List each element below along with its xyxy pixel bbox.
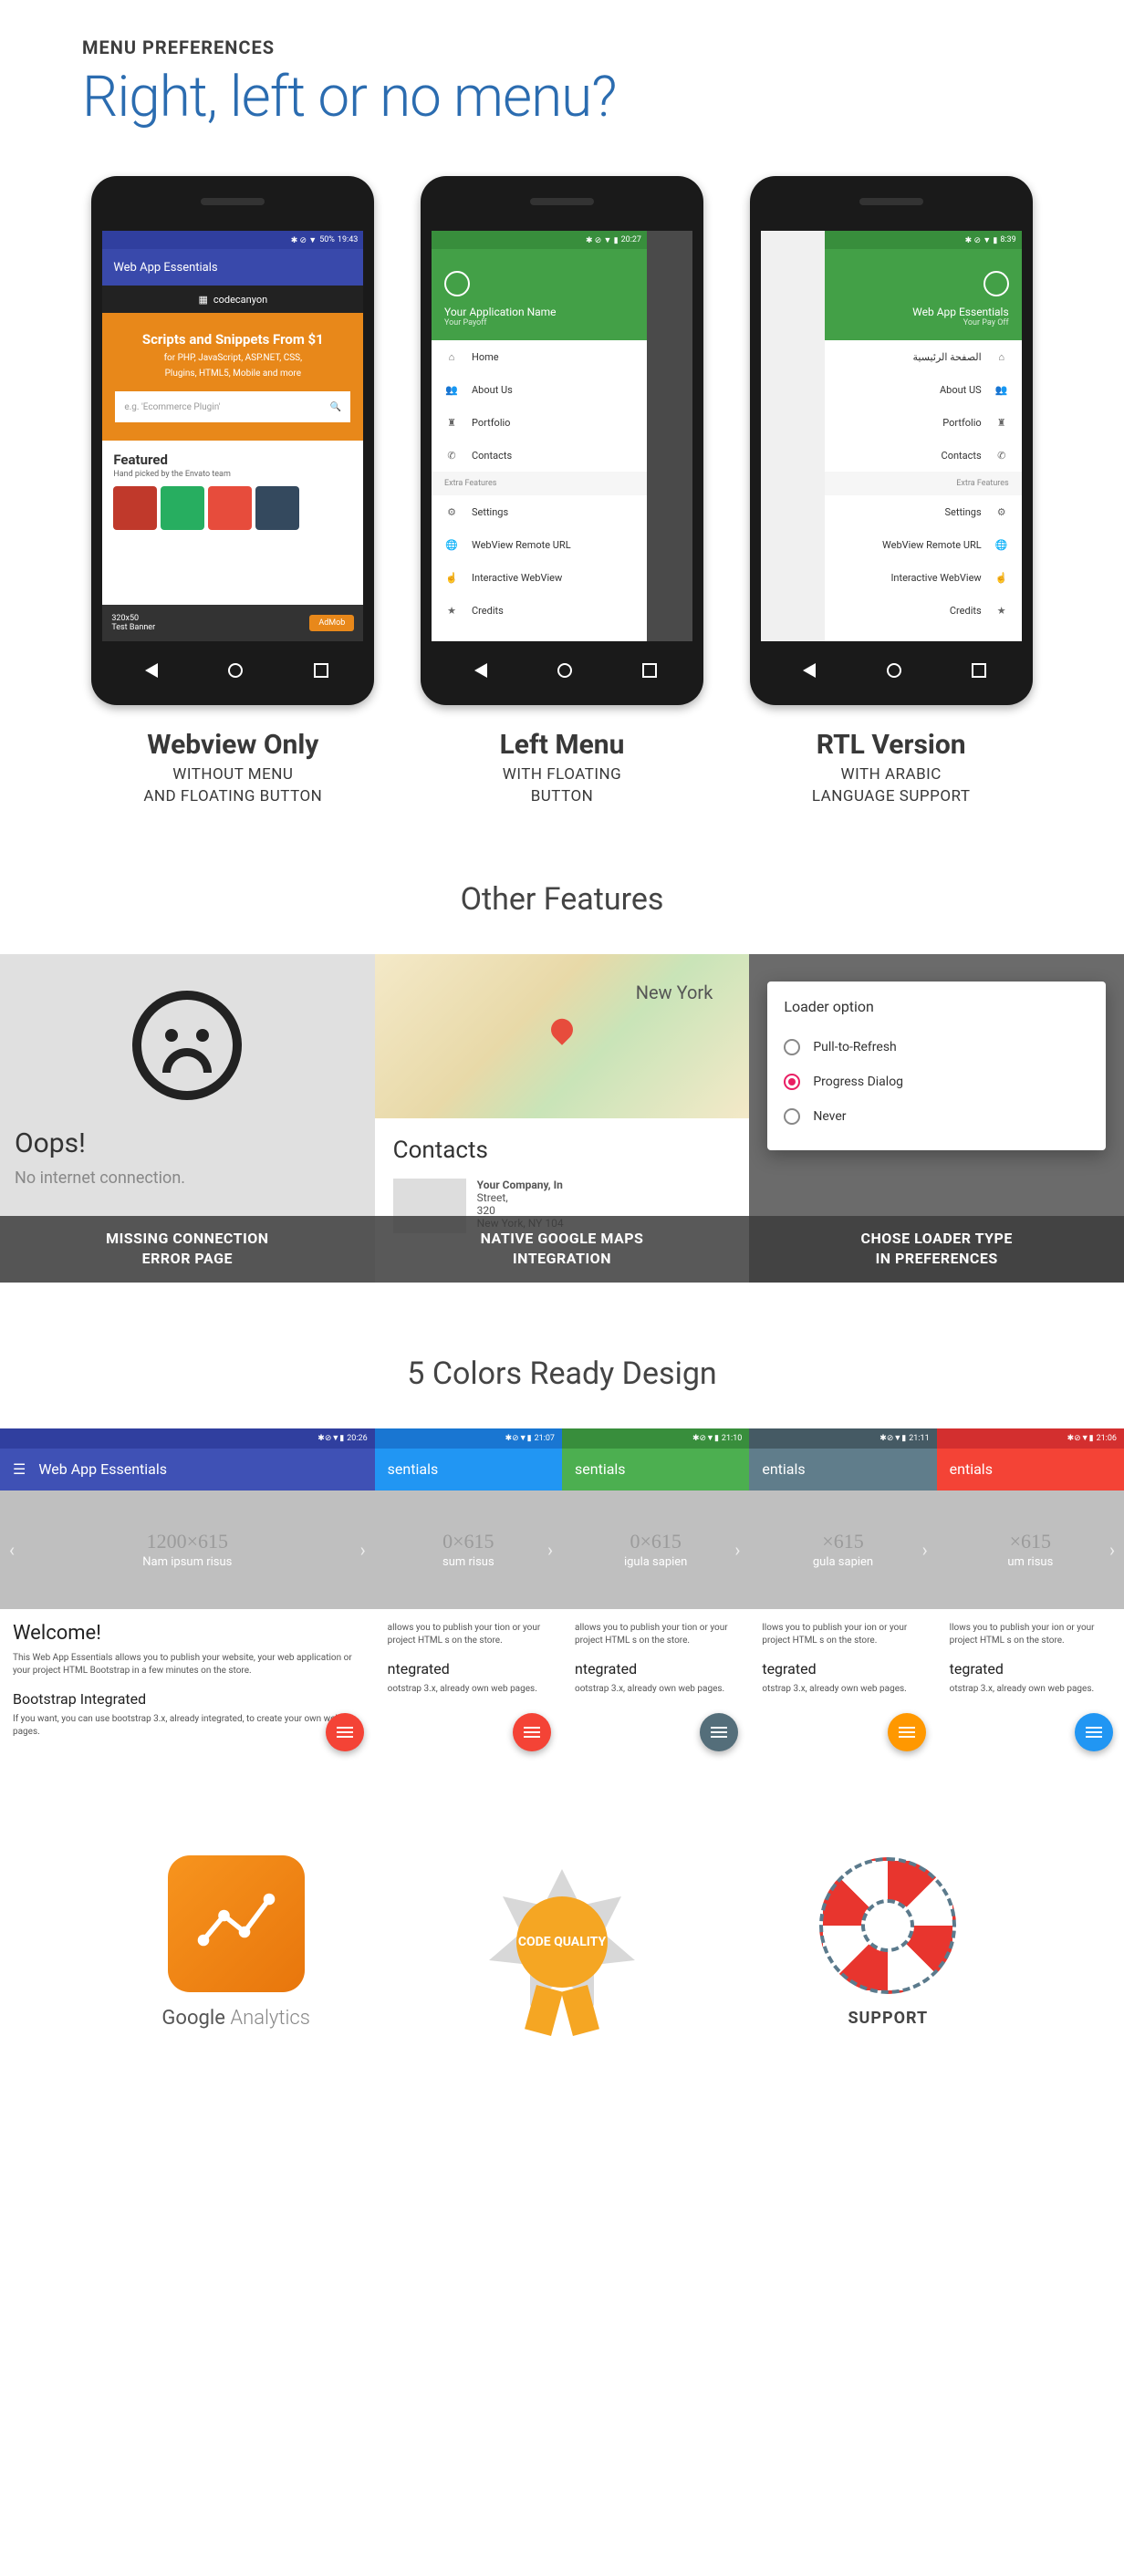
caption-title: Webview Only (147, 729, 318, 761)
chevron-right-icon[interactable]: › (922, 1539, 928, 1561)
star-icon: ★ (444, 603, 459, 618)
quality-text: CODE QUALITY (516, 1896, 608, 1988)
touch-icon: ☝ (444, 570, 459, 585)
globe-icon: 🌐 (444, 537, 459, 552)
radio-pull[interactable]: Pull-to-Refresh (784, 1030, 1089, 1065)
menu-contacts[interactable]: ✆Contacts (432, 439, 647, 472)
appbar: Web App Essentials (102, 249, 363, 286)
menu-credits[interactable]: ★Credits (825, 594, 1022, 627)
phone-leftmenu: ✱ ⊘ ▼ ▮20:27 Your Application Name Your … (421, 176, 703, 705)
globe-icon (984, 271, 1009, 296)
caption-sub: WITH ARABIC LANGUAGE SUPPORT (812, 764, 971, 808)
badge-analytics: Google Analytics (73, 1855, 399, 2030)
featured-heading: Featured (113, 452, 352, 468)
chevron-right-icon[interactable]: › (734, 1539, 740, 1561)
globe-icon (444, 271, 470, 296)
menu-home[interactable]: ⌂الصفحة الرئيسية (825, 340, 1022, 373)
menu-interactive[interactable]: ☝Interactive WebView (825, 561, 1022, 594)
menu-about[interactable]: 👥About Us (432, 373, 647, 406)
lifebuoy-icon (819, 1857, 956, 1994)
badge-support: SUPPORT (725, 1857, 1051, 2028)
menu-portfolio[interactable]: ♜Portfolio (432, 406, 647, 439)
phone-icon: ✆ (444, 448, 459, 462)
menu-remote[interactable]: 🌐WebView Remote URL (432, 528, 647, 561)
drawer-header: Your Application Name Your Payoff (432, 249, 647, 340)
caption-title: RTL Version (817, 729, 966, 761)
menu-settings[interactable]: ⚙Settings (825, 495, 1022, 528)
eyebrow: MENU PREFERENCES (82, 36, 1042, 58)
color-variant: ✱⊘▼▮21:07 sentials 0×615sum risus › allo… (375, 1428, 562, 1764)
statusbar: ✱ ⊘ ▼ ▮20:27 (432, 231, 647, 249)
chevron-right-icon[interactable]: › (360, 1539, 366, 1561)
menu-interactive[interactable]: ☝Interactive WebView (432, 561, 647, 594)
work-icon: ♜ (994, 415, 1009, 430)
fab-button[interactable] (700, 1713, 738, 1751)
hamburger-icon[interactable]: ☰ (13, 1460, 26, 1478)
search-input[interactable]: e.g. 'Ecommerce Plugin'🔍 (115, 391, 350, 422)
menu-contacts[interactable]: ✆Contacts (825, 439, 1022, 472)
statusbar: ✱ ⊘ ▼50%19:43 (102, 231, 363, 249)
menu-remote[interactable]: 🌐WebView Remote URL (825, 528, 1022, 561)
drawer-header: Web App Essentials Your Pay Off (825, 249, 1022, 340)
feature-maps: New York Contacts Your Company, In Stree… (375, 954, 750, 1283)
touch-icon: ☝ (994, 570, 1009, 585)
globe-icon: 🌐 (994, 537, 1009, 552)
radio-never[interactable]: Never (784, 1099, 1089, 1134)
other-features-title: Other Features (0, 881, 1124, 918)
headline: Right, left or no menu? (82, 64, 1042, 130)
menu-settings[interactable]: ⚙Settings (432, 495, 647, 528)
map-pin-icon (546, 1013, 578, 1044)
colors-title: 5 Colors Ready Design (0, 1356, 1124, 1392)
statusbar: ✱ ⊘ ▼ ▮8:39 (825, 231, 1022, 249)
admob-banner: 320x50Test Banner AdMob (102, 605, 363, 641)
home-icon: ⌂ (444, 349, 459, 364)
gear-icon: ⚙ (994, 504, 1009, 519)
feature-loader: Loader option Pull-to-Refresh Progress D… (749, 954, 1124, 1283)
chevron-right-icon[interactable]: › (547, 1539, 553, 1561)
caption-sub: WITHOUT MENU AND FLOATING BUTTON (143, 764, 322, 808)
color-variant: ✱⊘▼▮20:26 ☰Web App Essentials ‹ 1200×615… (0, 1428, 375, 1764)
menu-portfolio[interactable]: ♜Portfolio (825, 406, 1022, 439)
fab-button[interactable] (1075, 1713, 1113, 1751)
phone-icon: ✆ (994, 448, 1009, 462)
phone-webview: ✱ ⊘ ▼50%19:43 Web App Essentials ▦ codec… (91, 176, 374, 705)
people-icon: 👥 (444, 382, 459, 397)
caption-sub: WITH FLOATING BUTTON (503, 764, 621, 808)
menu-credits[interactable]: ★Credits (432, 594, 647, 627)
color-variant: ✱⊘▼▮21:10 sentials 0×615igula sapien › a… (562, 1428, 749, 1764)
badges-row: Google Analytics CODE QUALITY SUPPORT (0, 1764, 1124, 2084)
sad-face-icon (132, 991, 242, 1100)
people-icon: 👥 (994, 382, 1009, 397)
color-variant: ✱⊘▼▮21:06 entials ×615um risus › llows y… (937, 1428, 1124, 1764)
menu-about[interactable]: 👥About US (825, 373, 1022, 406)
fab-button[interactable] (513, 1713, 551, 1751)
phone-rtl: ✱ ⊘ ▼ ▮8:39 Web App Essentials Your Pay … (750, 176, 1033, 705)
color-variant: ✱⊘▼▮21:11 entials ×615gula sapien › llow… (749, 1428, 936, 1764)
radio-progress[interactable]: Progress Dialog (784, 1065, 1089, 1099)
gear-icon: ⚙ (444, 504, 459, 519)
fab-button[interactable] (888, 1713, 926, 1751)
chevron-right-icon[interactable]: › (1109, 1539, 1115, 1561)
brandbar: ▦ codecanyon (102, 286, 363, 313)
analytics-icon (168, 1855, 305, 1992)
work-icon: ♜ (444, 415, 459, 430)
hero: Scripts and Snippets From $1 for PHP, Ja… (102, 313, 363, 441)
phones-row: ✱ ⊘ ▼50%19:43 Web App Essentials ▦ codec… (82, 176, 1042, 808)
caption-title: Left Menu (500, 729, 625, 761)
home-icon: ⌂ (994, 349, 1009, 364)
fab-button[interactable] (326, 1713, 364, 1751)
features-row: Oops! No internet connection. MISSING CO… (0, 954, 1124, 1283)
star-icon: ★ (994, 603, 1009, 618)
colors-row: ✱⊘▼▮20:26 ☰Web App Essentials ‹ 1200×615… (0, 1428, 1124, 1764)
search-icon: 🔍 (330, 402, 341, 412)
feature-error: Oops! No internet connection. MISSING CO… (0, 954, 375, 1283)
menu-home[interactable]: ⌂Home (432, 340, 647, 373)
badge-quality: CODE QUALITY (399, 1860, 724, 2024)
chevron-left-icon[interactable]: ‹ (9, 1539, 15, 1561)
